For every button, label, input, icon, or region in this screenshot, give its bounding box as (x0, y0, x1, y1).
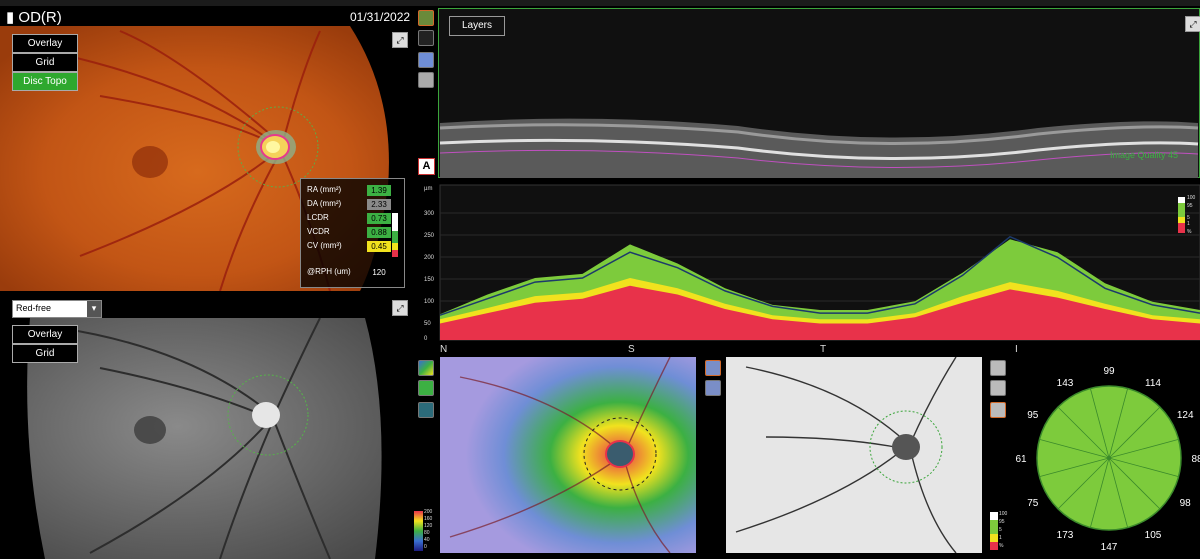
grid-toggle[interactable]: Grid (12, 53, 78, 72)
sector-value: 114 (1145, 378, 1161, 389)
rnfl-thickness-chart: µm 300 250 200 150 100 50 0 100 95 5 1 % (424, 184, 1200, 342)
deviation-map-icon[interactable] (418, 402, 434, 418)
sector-value: 147 (1101, 542, 1118, 553)
sector-value: 143 (1057, 378, 1074, 389)
expand-icon-redfree[interactable]: ⤢ (392, 300, 408, 316)
expand-icon[interactable]: ⤢ (392, 32, 408, 48)
exam-date: 01/31/2022 (350, 10, 411, 24)
3d-view-icon[interactable] (418, 52, 434, 68)
stat-row-lcdr: LCDR 0.73 (307, 213, 400, 225)
map-mode-icon-2[interactable] (705, 380, 721, 396)
disc-view-icon[interactable] (418, 72, 434, 88)
ytick-200: 200 (424, 255, 435, 261)
ytick-150: 150 (424, 277, 435, 283)
disc-stats-panel: RA (mm²) 1.39 DA (mm²) 2.33 LCDR 0.73 VC… (300, 178, 405, 288)
ytick-0: 0 (424, 336, 428, 342)
tsnit-label-s: S (628, 344, 635, 355)
redfree-grid-toggle[interactable]: Grid (12, 344, 78, 363)
eye-label: ▮ OD(R) (6, 9, 62, 26)
legend-tick-percent: % (1187, 229, 1192, 235)
expand-icon-bscan[interactable]: ⤢ (1185, 16, 1200, 32)
sector-value: 61 (1015, 454, 1027, 465)
deviation-color-scale (990, 512, 998, 550)
clock-hours-icon[interactable] (990, 360, 1006, 376)
deviation-scale-ticks: 100 95 5 1 % (999, 511, 1008, 549)
sector-value: 98 (1180, 498, 1192, 509)
chevron-down-icon[interactable]: ▾ (87, 301, 101, 317)
legend-tick-1: 1 (1187, 221, 1190, 227)
sector-value: 124 (1177, 410, 1194, 421)
ytick-50: 50 (424, 321, 431, 327)
ytick-250: 250 (424, 233, 435, 239)
rnfl-thickness-map[interactable] (440, 357, 696, 553)
stat-row-ra: RA (mm²) 1.39 (307, 185, 400, 197)
image-mode-select[interactable]: Red-free ▾ (12, 300, 102, 318)
stat-row-rph: @RPH (um) 120 (307, 267, 386, 277)
tsnit-label-n: N (440, 344, 448, 355)
stat-row-vcdr: VCDR 0.88 (307, 227, 400, 239)
layers-view-icon[interactable] (418, 10, 434, 26)
y-unit-label: µm (424, 186, 432, 192)
top-toolbar-strip (0, 0, 1200, 6)
stat-row-cv: CV (mm³) 0.45 (307, 241, 400, 253)
legend-tick-100: 100 (1187, 195, 1196, 201)
thickness-map-icon[interactable] (418, 360, 434, 376)
rnfl-sector-chart: 99 114 124 88 98 105 147 173 75 61 95 143 (1012, 357, 1200, 553)
map-mode-icon-1[interactable] (705, 360, 721, 376)
sectors-icon[interactable] (990, 402, 1006, 418)
tsnit-label-i: I (1015, 344, 1018, 355)
sector-value: 75 (1027, 498, 1039, 509)
annotate-button[interactable]: A (418, 158, 435, 175)
overlay-toggle[interactable]: Overlay (12, 34, 78, 53)
legend-tick-95: 95 (1187, 203, 1193, 209)
deviation-map[interactable] (726, 357, 982, 553)
layers-label: Layers (449, 16, 505, 36)
sector-value: 173 (1057, 530, 1074, 541)
sector-value: 88 (1191, 454, 1200, 465)
redfree-overlay-toggle[interactable]: Overlay (12, 325, 78, 344)
tsnit-label-t: T (820, 344, 827, 355)
ytick-100: 100 (424, 299, 435, 305)
thickness-scale-ticks: 200 160 120 80 40 0 (424, 509, 433, 550)
fundus-overlay-buttons: Overlay Grid Disc Topo (12, 34, 78, 91)
image-quality-text: Image Quality 45 (1110, 150, 1178, 160)
scan-icon[interactable] (418, 30, 434, 46)
sector-value: 95 (1027, 410, 1039, 421)
sector-value: 99 (1103, 366, 1115, 377)
quadrants-icon[interactable] (990, 380, 1006, 396)
redfree-overlay-buttons: Overlay Grid (12, 325, 78, 363)
eye-icon: ▮ (6, 9, 19, 26)
stat-row-da: DA (mm²) 2.33 (307, 199, 400, 211)
bscan-oct-image[interactable]: Image Quality 45 (438, 8, 1200, 178)
significance-map-icon[interactable] (418, 380, 434, 396)
ytick-300: 300 (424, 211, 435, 217)
stat-color-legend (392, 213, 398, 257)
thickness-color-scale (414, 511, 423, 551)
sector-value: 105 (1145, 530, 1162, 541)
disc-topo-toggle[interactable]: Disc Topo (12, 72, 78, 91)
